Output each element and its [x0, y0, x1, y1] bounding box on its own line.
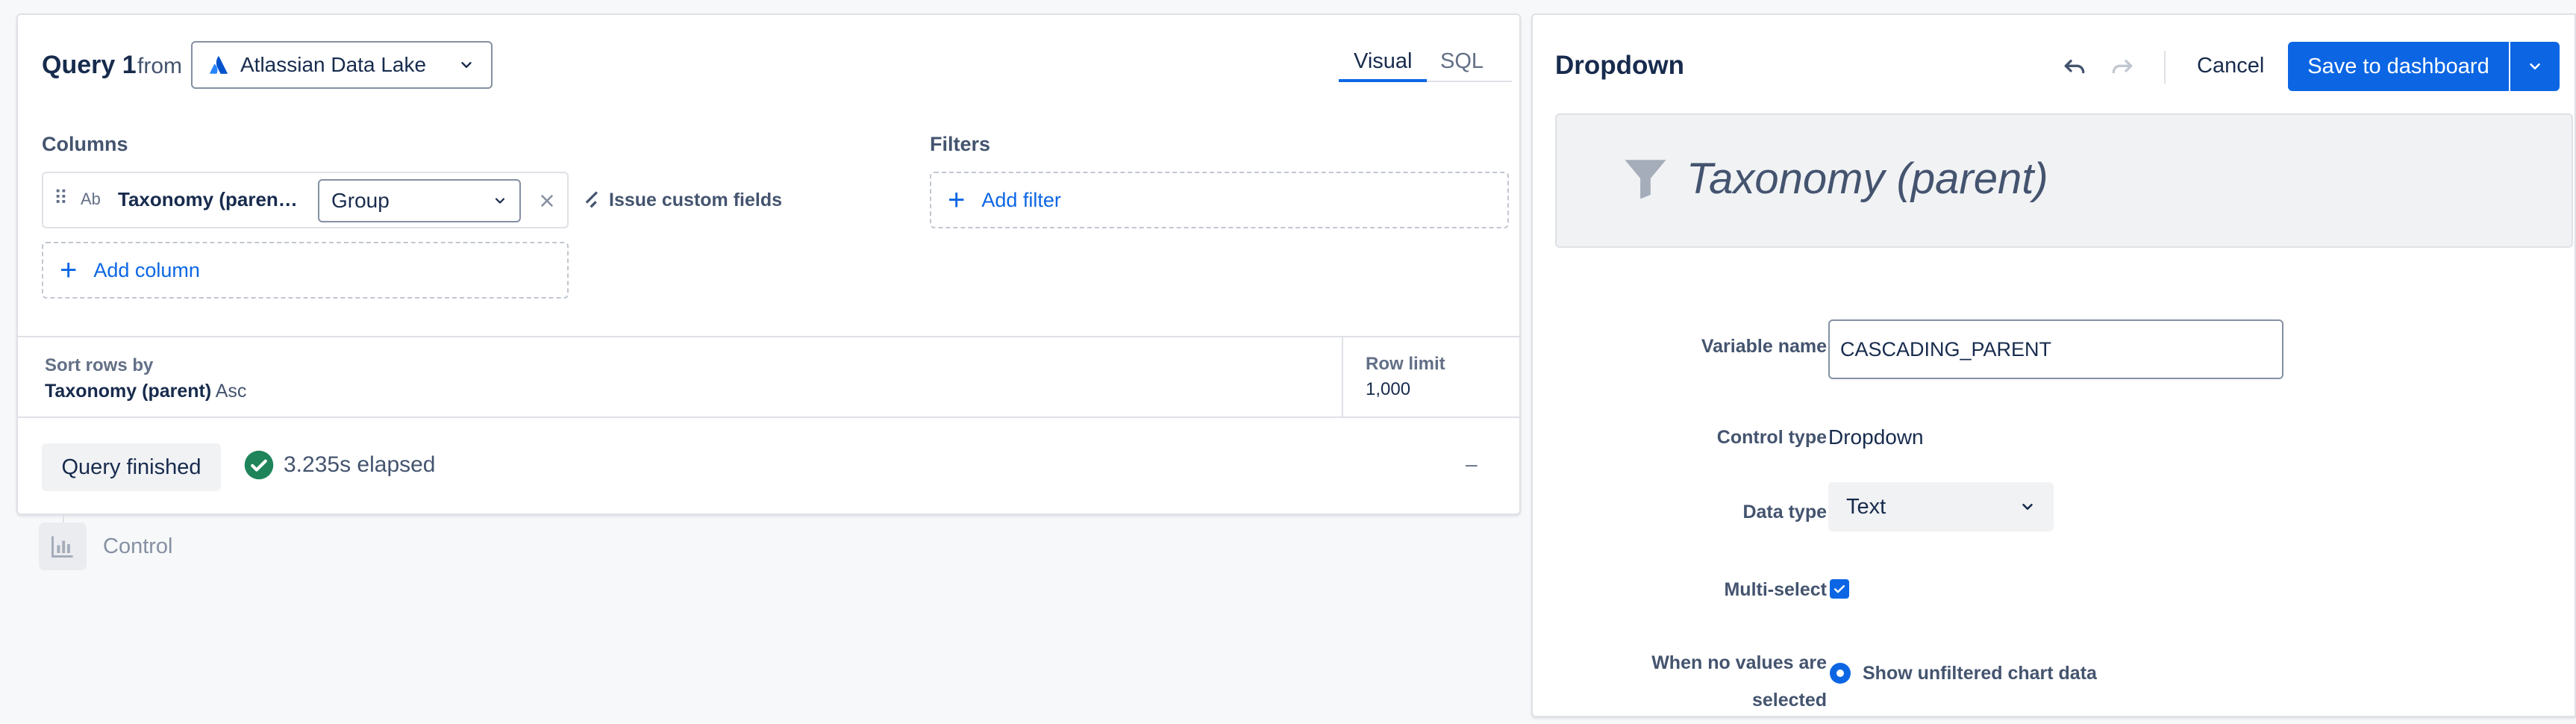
- data-type-select[interactable]: Text: [1828, 482, 2054, 531]
- atlassian-logo-icon: [210, 56, 228, 74]
- preview-title: Taxonomy (parent): [1686, 155, 2048, 203]
- column-chip: ⠿ Ab Taxonomy (paren… Group: [42, 172, 569, 228]
- no-values-label: When no values are: [1651, 652, 1827, 673]
- undo-icon[interactable]: [2060, 52, 2089, 82]
- filter-icon: [1625, 160, 1666, 199]
- add-column-button[interactable]: + Add column: [42, 242, 569, 299]
- control-step-label[interactable]: Control: [103, 534, 173, 559]
- check-icon: [1833, 585, 1845, 593]
- add-filter-button[interactable]: + Add filter: [930, 172, 1509, 228]
- query-status-label: Query finished: [61, 455, 201, 479]
- variable-name-value: CASCADING_PARENT: [1840, 337, 2052, 361]
- plus-icon: +: [60, 254, 78, 287]
- add-filter-label: Add filter: [981, 188, 1061, 211]
- data-type-label: Data type: [1742, 502, 1827, 522]
- aggregation-value: Group: [331, 189, 390, 212]
- datasource-label: Atlassian Data Lake: [240, 53, 427, 76]
- row-limit-value[interactable]: 1,000: [1366, 379, 1410, 400]
- chevron-down-icon: [461, 62, 472, 68]
- save-label: Save to dashboard: [2307, 54, 2489, 78]
- multi-select-checkbox[interactable]: [1830, 579, 1849, 599]
- chart-icon: [51, 536, 73, 558]
- check-circle-icon: [244, 450, 274, 480]
- multi-select-label: Multi-select: [1724, 579, 1827, 600]
- issue-custom-fields-link[interactable]: Issue custom fields: [609, 190, 782, 211]
- from-label: from: [137, 54, 182, 78]
- datasource-select[interactable]: Atlassian Data Lake: [191, 41, 493, 89]
- filters-heading: Filters: [930, 133, 991, 155]
- control-type-value: Dropdown: [1828, 425, 1924, 449]
- divider: [18, 336, 1519, 337]
- query-title: Query 1: [42, 51, 137, 79]
- text-type-icon: Ab: [81, 190, 101, 208]
- plus-icon: +: [948, 184, 966, 216]
- radio-dot: [1836, 670, 1844, 677]
- tab-active-indicator: [1339, 79, 1427, 82]
- save-options-button[interactable]: [2510, 42, 2560, 91]
- save-to-dashboard-button[interactable]: Save to dashboard: [2288, 42, 2509, 91]
- elapsed-time: 3.235s elapsed: [284, 452, 436, 477]
- column-name[interactable]: Taxonomy (paren…: [118, 188, 298, 211]
- sort-control[interactable]: Taxonomy (parent) Asc: [45, 381, 246, 402]
- columns-heading: Columns: [42, 133, 128, 155]
- aggregation-select[interactable]: Group: [318, 179, 521, 222]
- control-type-label: Control type: [1716, 427, 1827, 448]
- variable-name-input[interactable]: CASCADING_PARENT: [1828, 319, 2283, 379]
- tab-visual[interactable]: Visual: [1354, 49, 1412, 74]
- no-values-label-cont: selected: [1751, 690, 1827, 711]
- sort-direction: Asc: [215, 381, 247, 402]
- remove-column-icon[interactable]: [537, 191, 557, 210]
- collapse-icon[interactable]: –: [1466, 452, 1478, 476]
- control-preview: Taxonomy (parent): [1555, 113, 2573, 248]
- show-unfiltered-radio[interactable]: [1830, 663, 1851, 684]
- control-step-icon-box[interactable]: [39, 522, 87, 570]
- jira-icon: [585, 191, 598, 208]
- sort-field: Taxonomy (parent): [45, 381, 212, 402]
- sort-label: Sort rows by: [45, 355, 154, 375]
- add-column-label: Add column: [93, 258, 200, 281]
- drag-handle-icon[interactable]: ⠿: [54, 187, 68, 210]
- divider: [1342, 336, 1343, 416]
- query-status-button[interactable]: Query finished: [42, 443, 221, 491]
- chevron-down-icon: [2530, 63, 2540, 70]
- data-type-value: Text: [1846, 494, 1886, 519]
- query-editor-card: Query 1 from Atlassian Data Lake Visual …: [16, 13, 1521, 515]
- row-limit-label: Row limit: [1366, 354, 1445, 374]
- variable-name-label: Variable name: [1701, 336, 1827, 357]
- panel-title: Dropdown: [1555, 51, 1685, 80]
- control-config-panel: Dropdown Cancel Save to dashboard Taxono…: [1531, 13, 2576, 717]
- divider: [18, 416, 1519, 418]
- redo-icon[interactable]: [2107, 52, 2137, 82]
- divider: [2164, 51, 2166, 84]
- cancel-button[interactable]: Cancel: [2197, 54, 2264, 78]
- chevron-down-icon: [495, 198, 505, 204]
- tab-sql[interactable]: SQL: [1440, 49, 1484, 74]
- chevron-down-icon: [2022, 503, 2033, 511]
- show-unfiltered-label[interactable]: Show unfiltered chart data: [1863, 663, 2097, 684]
